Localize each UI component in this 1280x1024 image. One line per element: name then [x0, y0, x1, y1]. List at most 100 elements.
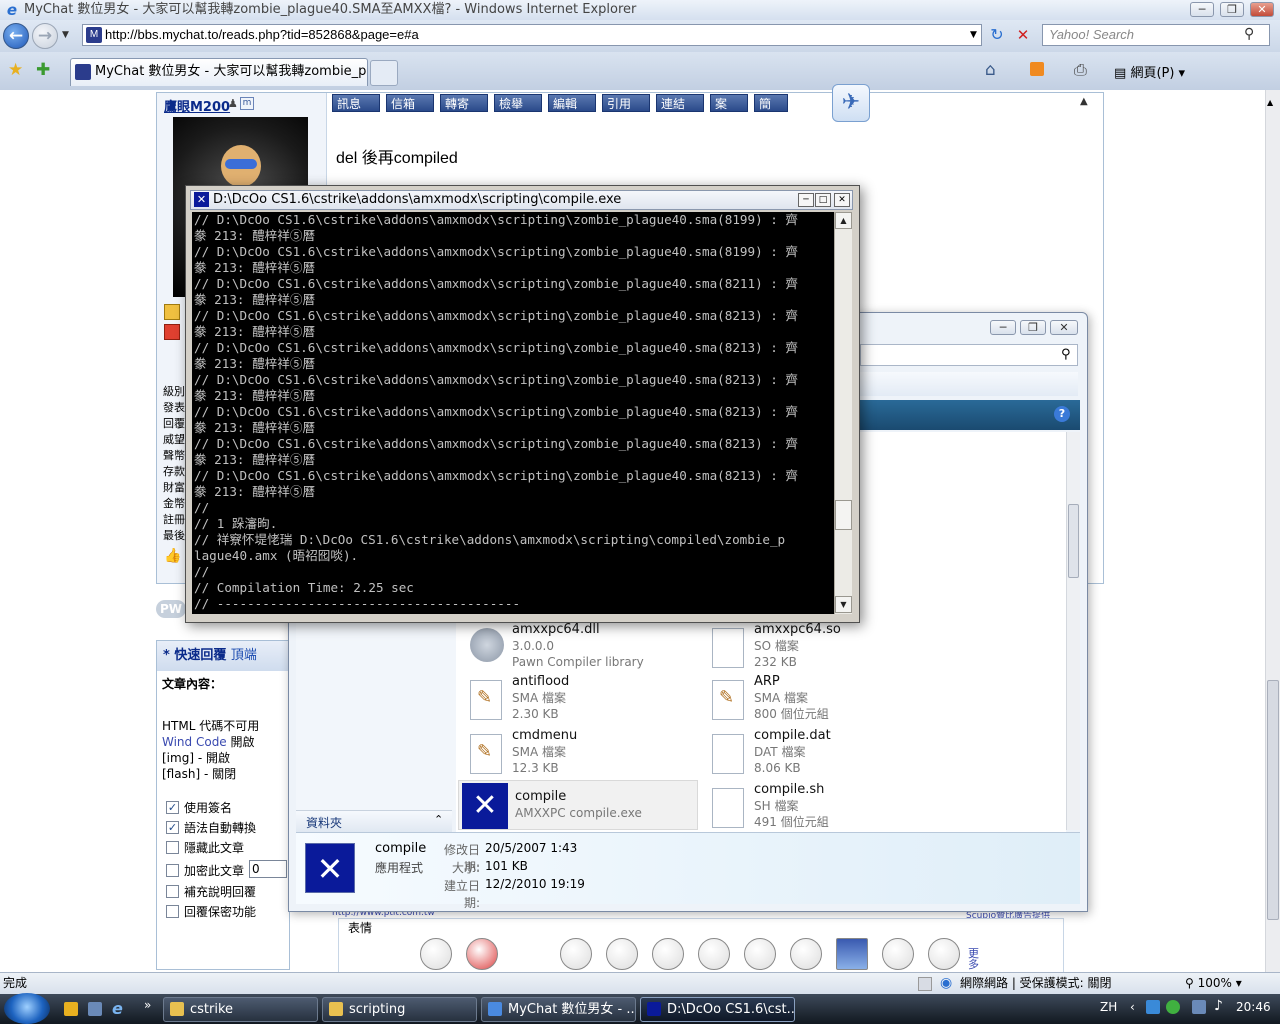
network-icon[interactable]	[1192, 1000, 1206, 1014]
tray-chevron-icon[interactable]: ‹	[1130, 1000, 1135, 1014]
explorer-scrollbar[interactable]	[1066, 432, 1080, 830]
file-item-cmdmenu[interactable]: ✎ cmdmenu SMA 檔案 12.3 KB	[460, 728, 696, 782]
zoom-level[interactable]: ⚲ 100% ▾	[1185, 973, 1242, 994]
emoji-1-icon[interactable]	[420, 938, 452, 970]
quicklaunch-overflow-icon[interactable]: »	[144, 998, 151, 1012]
collapse-chevron-icon[interactable]: ⌃	[434, 813, 443, 826]
console-scroll-thumb[interactable]	[835, 500, 852, 530]
top-link[interactable]: 頂端	[231, 648, 257, 663]
page-scroll-thumb[interactable]	[1267, 680, 1279, 920]
console-minimize-button[interactable]: ─	[798, 193, 814, 207]
page-menu[interactable]: ▤ 網頁(P) ▾	[1114, 62, 1185, 81]
file-item-compile-sh[interactable]: compile.sh SH 檔案 491 個位元組	[702, 782, 938, 836]
restore-button[interactable]: ❐	[1220, 2, 1244, 17]
console-close-button[interactable]: ✕	[834, 193, 850, 207]
volume-icon[interactable]: ♪	[1214, 998, 1223, 1014]
more-emoji-link[interactable]: 更多	[968, 948, 980, 970]
simplified-button[interactable]: 簡	[754, 94, 788, 112]
taskbar-item-scripting[interactable]: scripting	[322, 997, 477, 1022]
address-dropdown-icon[interactable]: ▼	[970, 30, 977, 40]
quote-button[interactable]: 引用	[602, 94, 650, 112]
file-item-compile-exe[interactable]: ✕ compile AMXXPC compile.exe	[458, 780, 698, 830]
ie-quicklaunch-icon[interactable]: e	[112, 999, 123, 1018]
wind-code-link[interactable]: Wind Code	[162, 735, 227, 749]
report-button[interactable]: 檢舉	[494, 94, 542, 112]
emoji-7-icon[interactable]	[744, 938, 776, 970]
supplement-checkbox[interactable]	[166, 885, 179, 898]
edit-button[interactable]: 編輯	[548, 94, 596, 112]
search-input[interactable]: Yahoo! Search	[1042, 24, 1270, 46]
emoji-10-icon[interactable]	[882, 938, 914, 970]
home-icon[interactable]: ⌂	[985, 60, 996, 80]
forward-button[interactable]: →	[32, 23, 58, 49]
emoji-6-icon[interactable]	[698, 938, 730, 970]
file-item-arp[interactable]: ✎ ARP SMA 檔案 800 個位元組	[702, 674, 938, 728]
recent-pages-dropdown-icon[interactable]: ▼	[62, 30, 69, 40]
encrypt-value-input[interactable]: 0	[249, 860, 287, 878]
search-icon[interactable]: ⚲	[1244, 26, 1254, 42]
emoji-2-icon[interactable]	[466, 938, 498, 970]
console-scroll-up-icon[interactable]: ▲	[835, 212, 852, 229]
explorer-minimize-button[interactable]: ─	[990, 320, 1016, 335]
scroll-up-icon[interactable]: ▲	[1267, 98, 1273, 107]
page-scrollbar[interactable]: ▲	[1265, 90, 1280, 972]
private-reply-checkbox[interactable]	[166, 905, 179, 918]
file-item-compile-dat[interactable]: compile.dat DAT 檔案 8.06 KB	[702, 728, 938, 782]
emoji-11-icon[interactable]	[928, 938, 960, 970]
translate-bird-icon[interactable]: ✈	[832, 84, 870, 122]
message-button[interactable]: 訊息	[332, 94, 380, 112]
hide-post-checkbox[interactable]	[166, 841, 179, 854]
emoji-4-icon[interactable]	[606, 938, 638, 970]
mailbox-button[interactable]: 信箱	[386, 94, 434, 112]
security-zone[interactable]: 網際網路 | 受保護模式: 關閉	[960, 973, 1112, 994]
author-username[interactable]: 鷹眼M200	[164, 96, 230, 115]
tab-mychat[interactable]: MyChat 數位男女 - 大家可以幫我轉zombie_pla...	[70, 58, 368, 86]
stop-icon[interactable]: ✕	[1012, 24, 1034, 46]
file-item-amxxpc64-dll[interactable]: amxxpc64.dll 3.0.0.0 Pawn Compiler libra…	[460, 622, 696, 676]
explorer-search-icon[interactable]: ⚲	[1061, 347, 1071, 362]
media-player-icon[interactable]	[64, 1002, 78, 1016]
encrypt-checkbox[interactable]	[166, 864, 179, 877]
minimize-button[interactable]: ─	[1190, 2, 1214, 17]
profile-card-icon[interactable]: m	[240, 97, 254, 110]
folders-pane-header[interactable]: 資料夾 ⌃	[296, 810, 452, 832]
refresh-icon[interactable]: ↻	[986, 24, 1008, 46]
console-scrollbar[interactable]: ▲ ▼	[834, 212, 852, 614]
case-button[interactable]: 案	[710, 94, 748, 112]
add-favorite-icon[interactable]: ✚	[36, 60, 50, 80]
close-button[interactable]: ✕	[1250, 2, 1274, 17]
file-item-antiflood[interactable]: ✎ antiflood SMA 檔案 2.30 KB	[460, 674, 696, 728]
taskbar-item-mychat[interactable]: MyChat 數位男女 - ...	[481, 997, 636, 1022]
forward-post-button[interactable]: 轉寄	[440, 94, 488, 112]
clock[interactable]: 20:46	[1236, 1000, 1271, 1014]
explorer-restore-button[interactable]: ❐	[1020, 320, 1046, 335]
taskbar-item-console[interactable]: D:\DcOo CS1.6\cst...	[640, 997, 795, 1022]
file-item-amxxpc64-so[interactable]: amxxpc64.so SO 檔案 232 KB	[702, 622, 938, 676]
console-maximize-button[interactable]: □	[815, 193, 831, 207]
language-indicator[interactable]: ZH	[1100, 1000, 1117, 1014]
tray-status-icon[interactable]	[1166, 1000, 1180, 1014]
show-desktop-icon[interactable]	[88, 1002, 102, 1016]
tray-app-icon[interactable]	[1146, 1000, 1160, 1014]
link-button[interactable]: 連結	[656, 94, 704, 112]
explorer-scroll-thumb[interactable]	[1068, 504, 1079, 578]
explorer-search-input[interactable]: ⚲	[860, 344, 1078, 366]
taskbar-item-cstrike[interactable]: cstrike	[163, 997, 318, 1022]
emoji-3-icon[interactable]	[560, 938, 592, 970]
start-button[interactable]	[4, 993, 50, 1024]
print-icon[interactable]: ⎙	[1074, 60, 1087, 80]
emoji-9-icon[interactable]	[836, 938, 868, 970]
console-scroll-down-icon[interactable]: ▼	[835, 596, 852, 613]
auto-convert-checkbox[interactable]: ✓	[166, 821, 179, 834]
favorites-star-icon[interactable]: ★	[8, 60, 23, 80]
emoji-8-icon[interactable]	[790, 938, 822, 970]
explorer-close-button[interactable]: ✕	[1050, 320, 1078, 335]
back-to-top-icon[interactable]: ▲	[1080, 96, 1088, 107]
help-icon[interactable]: ?	[1054, 406, 1070, 422]
signature-checkbox[interactable]: ✓	[166, 801, 179, 814]
emoji-5-icon[interactable]	[652, 938, 684, 970]
back-button[interactable]: ←	[3, 23, 29, 49]
new-tab-button[interactable]	[370, 60, 398, 86]
address-bar[interactable]: M http://bbs.mychat.to/reads.php?tid=852…	[82, 24, 982, 46]
rss-feed-icon[interactable]	[1030, 62, 1044, 76]
